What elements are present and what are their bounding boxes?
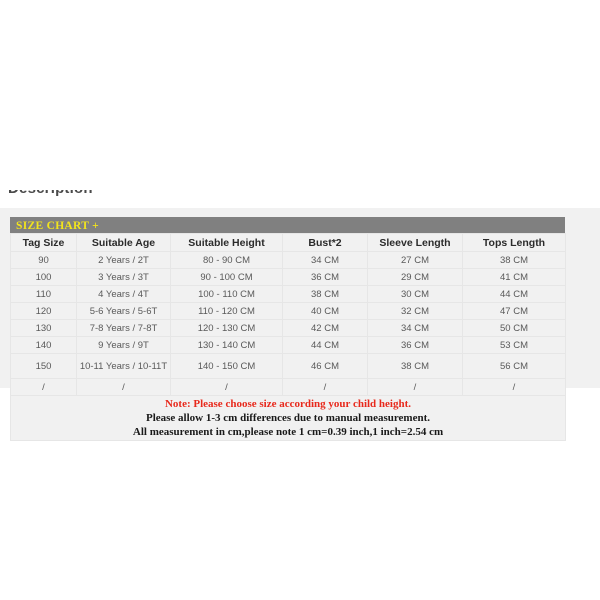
cell-suitable-age: 7-8 Years / 7-8T: [76, 319, 171, 337]
cell-tag-size: 100: [10, 268, 77, 286]
table-row: / / / / / /: [10, 378, 566, 396]
table-header-row: Tag Size Suitable Age Suitable Height Bu…: [10, 233, 566, 252]
cell-sleeve-length: 30 CM: [367, 285, 463, 303]
cell-tops-length: 44 CM: [462, 285, 566, 303]
cell-suitable-age: 4 Years / 4T: [76, 285, 171, 303]
note-line-conversion: All measurement in cm,please note 1 cm=0…: [132, 426, 444, 438]
cell-suitable-height: 90 - 100 CM: [170, 268, 283, 286]
cell-sleeve-length: 27 CM: [367, 251, 463, 269]
cell-bust: /: [282, 378, 368, 396]
size-chart-header-bar[interactable]: SIZE CHART +: [10, 217, 565, 233]
cell-suitable-age: 2 Years / 2T: [76, 251, 171, 269]
column-header-tops-length: Tops Length: [462, 233, 566, 252]
cell-sleeve-length: /: [367, 378, 463, 396]
cell-suitable-age: 3 Years / 3T: [76, 268, 171, 286]
size-chart-wrapper: SIZE CHART + Tag Size Suitable Age Suita…: [10, 217, 566, 441]
cell-sleeve-length: 38 CM: [367, 353, 463, 379]
cell-sleeve-length: 29 CM: [367, 268, 463, 286]
cell-suitable-height: /: [170, 378, 283, 396]
cell-suitable-age: 10-11 Years / 10-11T: [76, 353, 171, 379]
cell-tops-length: 56 CM: [462, 353, 566, 379]
cell-suitable-height: 140 - 150 CM: [170, 353, 283, 379]
column-header-bust: Bust*2: [282, 233, 368, 252]
column-header-suitable-height: Suitable Height: [170, 233, 283, 252]
table-row: 130 7-8 Years / 7-8T 120 - 130 CM 42 CM …: [10, 319, 566, 337]
cell-suitable-height: 130 - 140 CM: [170, 336, 283, 354]
table-row: 120 5-6 Years / 5-6T 110 - 120 CM 40 CM …: [10, 302, 566, 320]
cell-tops-length: 47 CM: [462, 302, 566, 320]
cell-sleeve-length: 32 CM: [367, 302, 463, 320]
cell-tops-length: 50 CM: [462, 319, 566, 337]
cell-tag-size: 140: [10, 336, 77, 354]
cell-bust: 38 CM: [282, 285, 368, 303]
table-row: 110 4 Years / 4T 100 - 110 CM 38 CM 30 C…: [10, 285, 566, 303]
cell-sleeve-length: 34 CM: [367, 319, 463, 337]
cell-tops-length: 53 CM: [462, 336, 566, 354]
cell-tag-size: 110: [10, 285, 77, 303]
cell-suitable-age: 5-6 Years / 5-6T: [76, 302, 171, 320]
cell-tag-size: 130: [10, 319, 77, 337]
cell-suitable-height: 100 - 110 CM: [170, 285, 283, 303]
size-chart-table: Tag Size Suitable Age Suitable Height Bu…: [10, 233, 566, 441]
cell-suitable-height: 80 - 90 CM: [170, 251, 283, 269]
cell-tops-length: 41 CM: [462, 268, 566, 286]
cell-suitable-height: 110 - 120 CM: [170, 302, 283, 320]
cell-tag-size: 150: [10, 353, 77, 379]
table-row: 100 3 Years / 3T 90 - 100 CM 36 CM 29 CM…: [10, 268, 566, 286]
cell-tops-length: /: [462, 378, 566, 396]
cell-bust: 42 CM: [282, 319, 368, 337]
size-chart-notes: Note: Please choose size according your …: [10, 395, 566, 441]
column-header-tag-size: Tag Size: [10, 233, 77, 252]
table-row: 90 2 Years / 2T 80 - 90 CM 34 CM 27 CM 3…: [10, 251, 566, 269]
table-notes-row: Note: Please choose size according your …: [10, 395, 566, 441]
cell-bust: 36 CM: [282, 268, 368, 286]
note-line-height: Note: Please choose size according your …: [164, 398, 412, 410]
cell-tag-size: 120: [10, 302, 77, 320]
table-row: 150 10-11 Years / 10-11T 140 - 150 CM 46…: [10, 353, 566, 379]
cell-suitable-age: /: [76, 378, 171, 396]
cell-bust: 46 CM: [282, 353, 368, 379]
cell-bust: 44 CM: [282, 336, 368, 354]
description-heading-container: Description: [0, 190, 600, 208]
size-chart-panel: SIZE CHART + Tag Size Suitable Age Suita…: [0, 208, 600, 441]
cell-bust: 40 CM: [282, 302, 368, 320]
cell-tops-length: 38 CM: [462, 251, 566, 269]
column-header-sleeve-length: Sleeve Length: [367, 233, 463, 252]
cell-sleeve-length: 36 CM: [367, 336, 463, 354]
note-line-tolerance: Please allow 1-3 cm differences due to m…: [145, 412, 431, 424]
size-chart-header-label: SIZE CHART +: [16, 220, 100, 232]
cell-tag-size: 90: [10, 251, 77, 269]
cell-bust: 34 CM: [282, 251, 368, 269]
table-row: 140 9 Years / 9T 130 - 140 CM 44 CM 36 C…: [10, 336, 566, 354]
cell-suitable-age: 9 Years / 9T: [76, 336, 171, 354]
column-header-suitable-age: Suitable Age: [76, 233, 171, 252]
cell-suitable-height: 120 - 130 CM: [170, 319, 283, 337]
description-heading: Description: [8, 190, 93, 197]
cell-tag-size: /: [10, 378, 77, 396]
